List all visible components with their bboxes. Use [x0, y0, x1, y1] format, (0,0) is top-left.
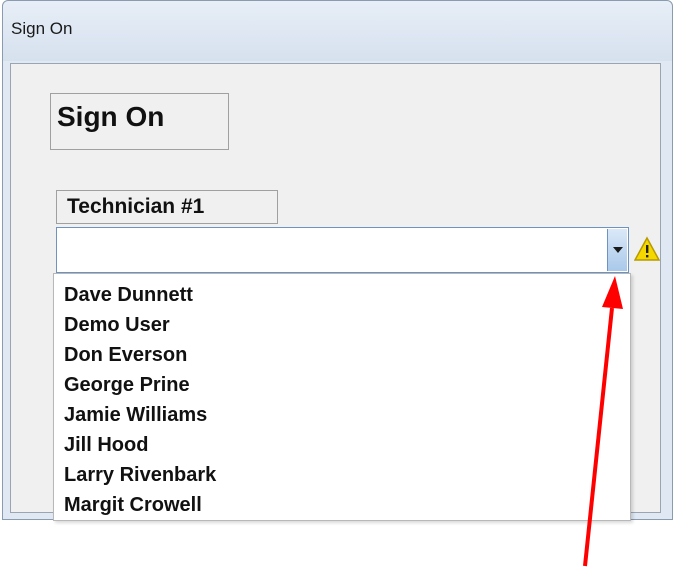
red-arrow-annotation [583, 276, 623, 567]
